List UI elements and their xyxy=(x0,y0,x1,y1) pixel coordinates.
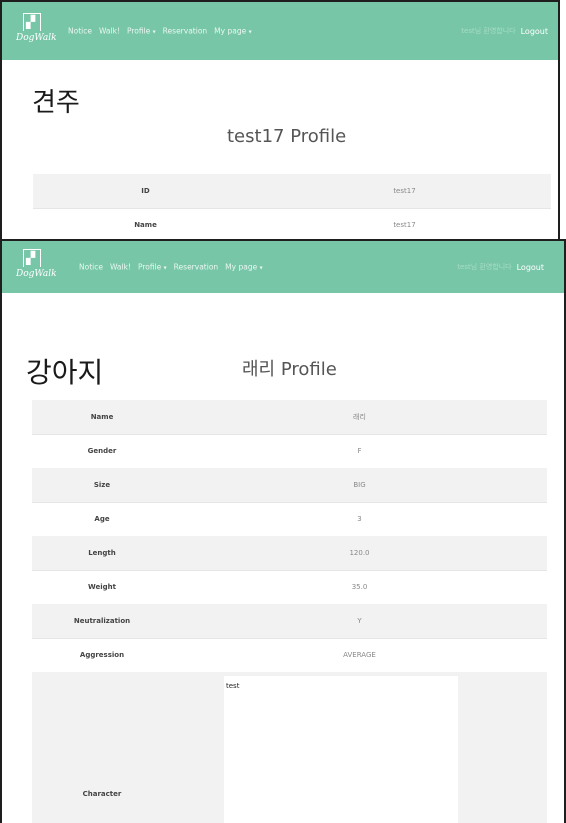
row-value: test17 xyxy=(258,207,551,240)
row-label: Age xyxy=(32,501,172,536)
table-row: Aggression AVERAGE xyxy=(32,637,547,672)
table-row: Neutralization Y xyxy=(32,604,547,638)
nav-user-area: test님 환영합니다 Logout xyxy=(461,26,548,36)
table-row: Name 래리 xyxy=(32,400,547,434)
row-value: test xyxy=(172,672,547,823)
row-label: Length xyxy=(32,536,172,570)
nav-notice[interactable]: Notice xyxy=(68,27,92,36)
chevron-down-icon: ▾ xyxy=(259,264,263,272)
row-value: AVERAGE xyxy=(172,637,547,672)
row-label: Neutralization xyxy=(32,604,172,638)
dog-heading: 강아지 xyxy=(26,356,104,389)
table-row: Character test xyxy=(32,672,547,823)
table-row: Length 120.0 xyxy=(32,536,547,570)
owner-info-table: ID test17 Name test17 xyxy=(33,174,551,240)
table-row: Weight 35.0 xyxy=(32,569,547,604)
owner-profile-screenshot: ▞ DogWalk Notice Walk! Profile ▾ Reserva… xyxy=(0,0,560,242)
row-label: ID xyxy=(33,174,258,208)
row-value: Y xyxy=(172,604,547,638)
row-label: Character xyxy=(32,672,172,823)
chevron-down-icon: ▾ xyxy=(163,264,167,272)
row-label: Weight xyxy=(32,569,172,604)
nav-mypage-dropdown[interactable]: My page ▾ xyxy=(214,27,251,36)
logo-text: DogWalk xyxy=(16,33,57,43)
nav-walk[interactable]: Walk! xyxy=(110,263,131,272)
nav-user-area: test님 환영합니다 Logout xyxy=(457,262,544,272)
dog-profile-screenshot: ▞ DogWalk Notice Walk! Profile ▾ Reserva… xyxy=(0,239,566,823)
nav-mypage-dropdown[interactable]: My page ▾ xyxy=(225,263,262,272)
row-value: 120.0 xyxy=(172,536,547,570)
nav-profile-dropdown[interactable]: Profile ▾ xyxy=(127,27,156,36)
nav-reservation[interactable]: Reservation xyxy=(163,27,208,36)
table-row: Size BIG xyxy=(32,468,547,502)
nav-menu: Notice Walk! Profile ▾ Reservation My pa… xyxy=(68,27,252,36)
row-value: 래리 xyxy=(172,400,547,434)
row-value: BIG xyxy=(172,468,547,502)
welcome-text: test님 환영합니다 xyxy=(461,27,516,35)
row-label: Name xyxy=(32,400,172,434)
page-title: test17 Profile xyxy=(227,126,347,147)
table-row: Gender F xyxy=(32,433,547,468)
table-row: ID test17 xyxy=(33,174,551,208)
logo[interactable]: ▞ DogWalk xyxy=(16,249,57,285)
row-label: Size xyxy=(32,468,172,502)
dog-info-table: Name 래리 Gender F Size BIG Age 3 Length 1… xyxy=(32,400,547,823)
owner-heading: 견주 xyxy=(32,88,80,118)
character-textarea[interactable]: test xyxy=(224,676,458,823)
table-row: Name test17 xyxy=(33,207,551,240)
dog-icon: ▞ xyxy=(26,15,36,29)
nav-walk[interactable]: Walk! xyxy=(99,27,120,36)
page-title: 래리 Profile xyxy=(242,359,337,380)
navbar: ▞ DogWalk Notice Walk! Profile ▾ Reserva… xyxy=(2,241,564,293)
chevron-down-icon: ▾ xyxy=(248,28,252,36)
nav-menu: Notice Walk! Profile ▾ Reservation My pa… xyxy=(79,263,263,272)
row-value: F xyxy=(172,433,547,468)
row-value: 35.0 xyxy=(172,569,547,604)
row-value: test17 xyxy=(258,174,551,208)
logout-link[interactable]: Logout xyxy=(521,27,548,36)
row-label: Gender xyxy=(32,433,172,468)
nav-profile-dropdown[interactable]: Profile ▾ xyxy=(138,263,167,272)
row-label: Aggression xyxy=(32,637,172,672)
navbar: ▞ DogWalk Notice Walk! Profile ▾ Reserva… xyxy=(2,2,558,60)
table-row: Age 3 xyxy=(32,501,547,536)
row-label: Name xyxy=(33,207,258,240)
logo-text: DogWalk xyxy=(16,269,57,279)
chevron-down-icon: ▾ xyxy=(152,28,156,36)
nav-notice[interactable]: Notice xyxy=(79,263,103,272)
dog-icon: ▞ xyxy=(26,251,36,265)
welcome-text: test님 환영합니다 xyxy=(457,263,512,271)
row-value: 3 xyxy=(172,501,547,536)
logout-link[interactable]: Logout xyxy=(517,263,544,272)
logo[interactable]: ▞ DogWalk xyxy=(16,13,57,49)
nav-reservation[interactable]: Reservation xyxy=(174,263,219,272)
